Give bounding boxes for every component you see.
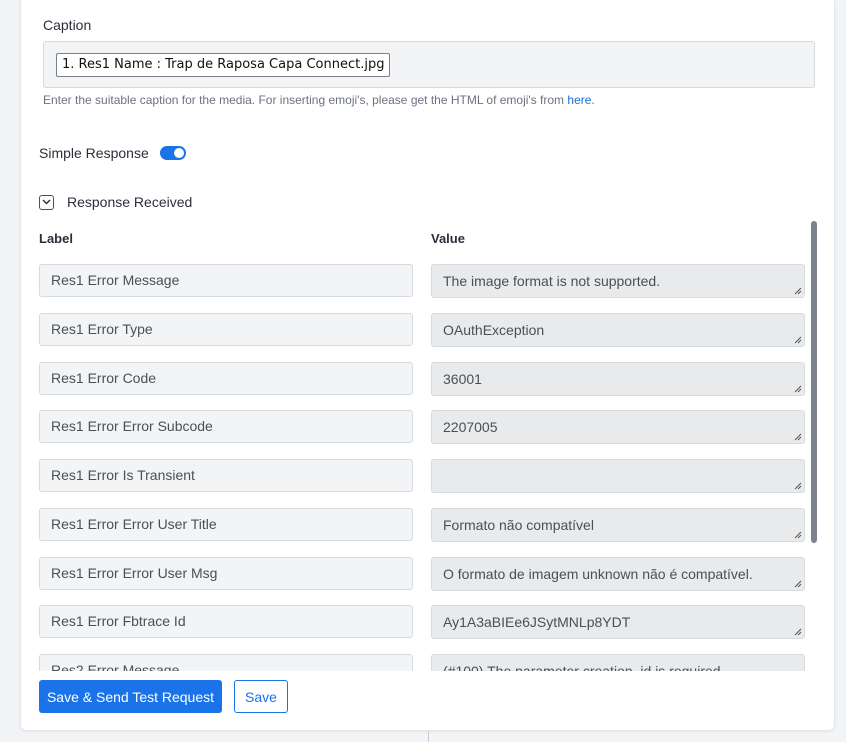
settings-card: Caption 1. Res1 Name : Trap de Raposa Ca…: [20, 0, 835, 731]
response-received-collapse-button[interactable]: [39, 194, 54, 210]
label-field[interactable]: Res1 Error Error User Msg: [39, 557, 413, 590]
label-field[interactable]: Res1 Error Error Subcode: [39, 410, 413, 443]
label-column-header: Label: [39, 231, 73, 246]
resize-grip-icon[interactable]: [794, 336, 802, 344]
response-row: Res1 Error Error User Title Formato não …: [21, 502, 821, 542]
value-text: Formato não compatível: [443, 517, 594, 533]
value-field[interactable]: OAuthException: [431, 313, 805, 347]
value-text: O formato de imagem unknown não é compat…: [443, 566, 753, 582]
value-field[interactable]: Formato não compatível: [431, 508, 805, 542]
label-field[interactable]: Res2 Error Message: [39, 654, 413, 671]
value-text: Ay1A3aBIEe6JSytMNLp8YDT: [443, 614, 631, 630]
label-field[interactable]: Res1 Error Is Transient: [39, 459, 413, 492]
label-field[interactable]: Res1 Error Message: [39, 264, 413, 297]
resize-grip-icon[interactable]: [794, 482, 802, 490]
response-row: Res1 Error Type OAuthException: [21, 307, 821, 347]
caption-label: Caption: [43, 17, 92, 33]
response-row: Res1 Error Error User Msg O formato de i…: [21, 551, 821, 591]
resize-grip-icon[interactable]: [794, 531, 802, 539]
label-field[interactable]: Res1 Error Error User Title: [39, 508, 413, 541]
value-field[interactable]: [431, 459, 805, 493]
caption-editor[interactable]: 1. Res1 Name : Trap de Raposa Capa Conne…: [43, 41, 815, 88]
resize-grip-icon[interactable]: [794, 580, 802, 588]
response-received-label: Response Received: [67, 194, 193, 210]
response-row: Res1 Error Message The image format is n…: [21, 258, 821, 298]
help-text-suffix: .: [591, 93, 595, 107]
response-rows[interactable]: Res1 Error Message The image format is n…: [21, 258, 821, 671]
rows-scrollbar[interactable]: [811, 221, 817, 671]
simple-response-label: Simple Response: [39, 145, 149, 161]
value-column-header: Value: [431, 231, 465, 246]
value-text: The image format is not supported.: [443, 273, 661, 289]
save-button[interactable]: Save: [234, 680, 288, 713]
label-field[interactable]: Res1 Error Code: [39, 362, 413, 395]
simple-response-row: Simple Response: [39, 145, 186, 161]
value-field[interactable]: (#100) The parameter creation_id is requ…: [431, 654, 805, 671]
help-text-body: Enter the suitable caption for the media…: [43, 93, 568, 107]
scrollbar-thumb[interactable]: [811, 221, 817, 543]
value-field[interactable]: O formato de imagem unknown não é compat…: [431, 557, 805, 591]
simple-response-toggle[interactable]: [159, 146, 186, 160]
label-field[interactable]: Res1 Error Fbtrace Id: [39, 605, 413, 638]
resize-grip-icon[interactable]: [794, 287, 802, 295]
value-field[interactable]: Ay1A3aBIEe6JSytMNLp8YDT: [431, 605, 805, 639]
chevron-down-icon: [42, 199, 51, 205]
resize-grip-icon[interactable]: [794, 385, 802, 393]
response-row: Res1 Error Code 36001: [21, 356, 821, 396]
response-row: Res2 Error Message (#100) The parameter …: [21, 648, 821, 671]
caption-variable-chip[interactable]: 1. Res1 Name : Trap de Raposa Capa Conne…: [56, 53, 391, 77]
value-field[interactable]: The image format is not supported.: [431, 264, 805, 298]
value-text: OAuthException: [443, 322, 545, 338]
response-row: Res1 Error Fbtrace Id Ay1A3aBIEe6JSytMNL…: [21, 599, 821, 639]
toggle-knob: [173, 148, 184, 158]
response-row: Res1 Error Error Subcode 2207005: [21, 404, 821, 444]
response-row: Res1 Error Is Transient: [21, 453, 821, 493]
value-text: (#100) The parameter creation_id is requ…: [443, 663, 721, 671]
value-field[interactable]: 2207005: [431, 410, 805, 444]
value-text: 2207005: [443, 419, 498, 435]
save-send-test-request-button[interactable]: Save & Send Test Request: [39, 680, 222, 713]
caption-help-text: Enter the suitable caption for the media…: [43, 93, 595, 107]
resize-grip-icon[interactable]: [794, 433, 802, 441]
resize-grip-icon[interactable]: [794, 628, 802, 636]
emoji-help-link[interactable]: here: [567, 93, 591, 107]
value-field[interactable]: 36001: [431, 362, 805, 396]
response-received-row: Response Received: [39, 194, 192, 210]
label-field[interactable]: Res1 Error Type: [39, 313, 413, 346]
value-text: 36001: [443, 371, 482, 387]
divider-line: [428, 731, 429, 742]
